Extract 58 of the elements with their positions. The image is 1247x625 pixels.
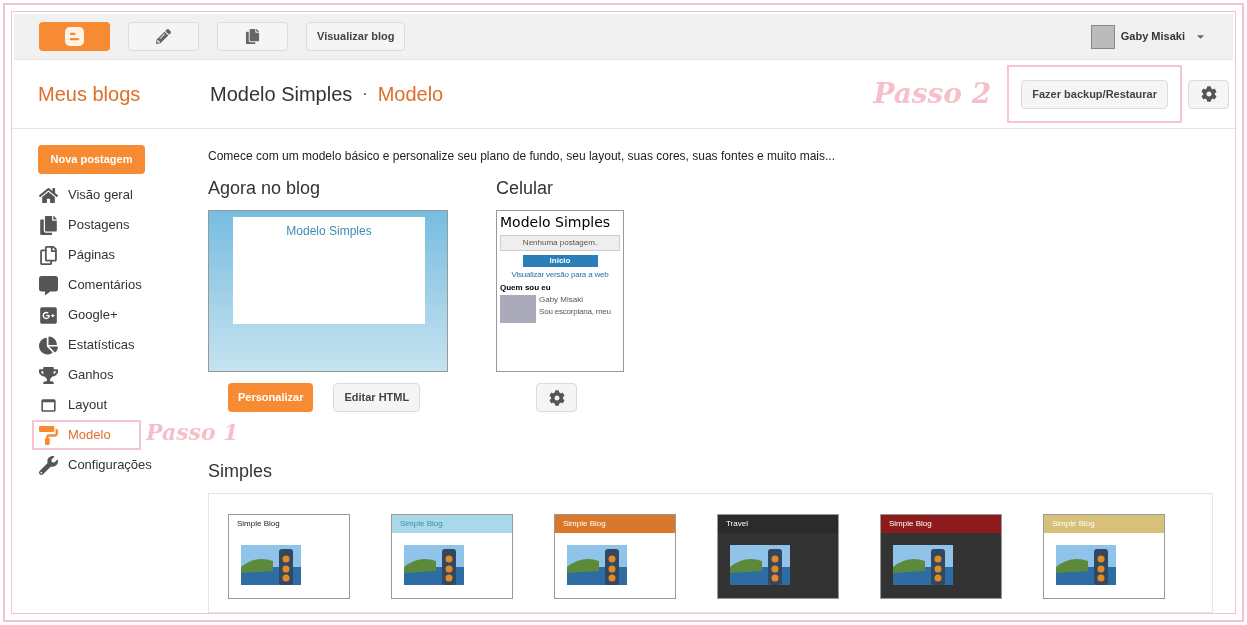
trophy-icon (39, 365, 58, 385)
annotation: Passo 1 (146, 418, 239, 447)
mobile-blog-title: Modelo Simples (500, 213, 612, 231)
home-icon (39, 185, 58, 205)
template-thumbnail[interactable]: Travel (717, 514, 839, 599)
documents-icon (39, 215, 58, 235)
template-header: Simple Blog (1044, 515, 1164, 533)
home-button[interactable]: Início (522, 255, 598, 267)
sidebar-item[interactable]: Estatísticas (32, 330, 165, 360)
new-post-button[interactable] (128, 22, 199, 51)
section-heading: Celular (496, 177, 555, 200)
sidebar-item[interactable]: Comentários (32, 270, 172, 300)
sidebar-item[interactable]: Google+ (32, 300, 148, 330)
view-blog-button[interactable]: Visualizar blog (306, 22, 406, 51)
template-header: Simple Blog (392, 515, 512, 533)
template-header: Simple Blog (881, 515, 1001, 533)
author-name: Gaby Misaki (539, 295, 584, 305)
settings-icon (548, 389, 565, 406)
user-name[interactable]: Gaby Misaki (1120, 28, 1185, 45)
web-version-link[interactable]: Visualizar versão para a web (500, 270, 620, 280)
template-thumbnail[interactable]: Simple Blog (880, 514, 1002, 599)
section-heading: Simples (208, 460, 274, 483)
google-plus-icon (39, 305, 58, 325)
page-title: Modelo (377, 82, 444, 107)
template-header: Simple Blog (555, 515, 675, 533)
settings-icon (1200, 86, 1217, 102)
sidebar-item[interactable]: Ganhos (32, 360, 144, 390)
sidebar-item[interactable]: Páginas (32, 240, 145, 270)
blogger-logo-icon (65, 27, 84, 46)
page-icon (39, 245, 58, 265)
template-header: Travel (718, 515, 838, 533)
section-heading: Agora no blog (208, 177, 322, 200)
sidebar-item[interactable]: Configurações (32, 450, 182, 480)
avatar (1090, 24, 1115, 49)
separator: · (362, 84, 368, 104)
author-photo (500, 295, 536, 323)
template-thumbnail[interactable]: Simple Blog (228, 514, 350, 599)
settings-button[interactable] (1188, 79, 1229, 109)
sidebar-item[interactable]: Postagens (32, 210, 160, 240)
intro-text: Comece com um modelo básico e personalize seu plano de fundo, seu layout, suas cores, suas fontes e muito mais... (208, 148, 836, 165)
no-posts-bar: Nenhuma postagem. (500, 235, 620, 251)
wrench-icon (39, 455, 58, 475)
settings-button[interactable] (536, 383, 577, 412)
blog-name: Modelo Simples (210, 82, 353, 107)
pencil-icon (156, 29, 171, 44)
backup-restore-button[interactable]: Fazer backup/Restaurar (1021, 79, 1168, 109)
pie-chart-icon (39, 335, 58, 355)
documents-icon (245, 29, 260, 44)
sidebar-item[interactable]: Visão geral (32, 180, 163, 210)
about-heading: Quem sou eu (500, 283, 552, 293)
author-bio: Sou escorpiana, meu (539, 307, 611, 317)
sidebar-item[interactable]: Layout (32, 390, 138, 420)
annotation: Passo 2 (873, 76, 992, 112)
paint-roller-icon (39, 425, 58, 445)
preview-title: Modelo Simples (286, 223, 372, 240)
edit-html-button[interactable]: Editar HTML (333, 383, 421, 412)
posts-button[interactable] (217, 22, 288, 51)
speech-bubble-icon (39, 275, 58, 295)
